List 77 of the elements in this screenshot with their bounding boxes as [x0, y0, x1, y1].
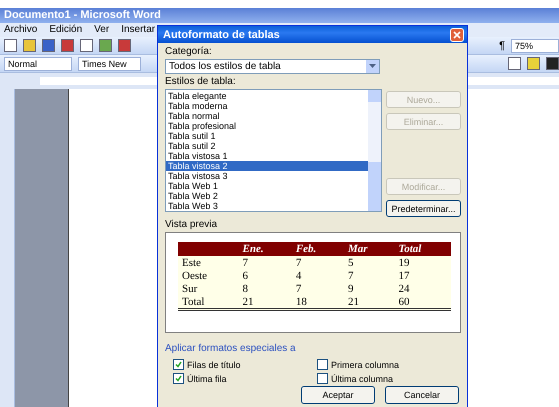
- list-item[interactable]: Tabla sutil 2: [166, 141, 368, 151]
- category-label: Categoría:: [165, 46, 212, 57]
- ok-button[interactable]: Aceptar: [301, 386, 375, 404]
- list-item[interactable]: Tabla profesional: [166, 121, 368, 131]
- option-label: Última fila: [187, 374, 227, 384]
- checkbox[interactable]: [317, 359, 328, 370]
- checkbox-option[interactable]: Última columna: [317, 373, 461, 384]
- list-item[interactable]: Tabla Web 3: [166, 201, 368, 211]
- toolbar-icon[interactable]: [23, 39, 36, 52]
- table-cell: Sur: [178, 282, 239, 295]
- checkbox-option[interactable]: Filas de título: [173, 359, 317, 370]
- table-cell: 9: [344, 282, 394, 295]
- list-item[interactable]: Tabla Web 1: [166, 181, 368, 191]
- menu-item[interactable]: Archivo: [4, 23, 38, 37]
- list-item[interactable]: Tabla normal: [166, 111, 368, 121]
- option-label: Última columna: [331, 374, 394, 384]
- category-dropdown[interactable]: Todos los estilos de tabla: [165, 59, 380, 74]
- table-cell: 7: [292, 256, 344, 269]
- list-item[interactable]: Tabla vistosa 1: [166, 151, 368, 161]
- table-cell: 6: [238, 269, 292, 282]
- option-label: Filas de título: [187, 360, 241, 370]
- close-icon: [453, 30, 461, 38]
- scrollbar[interactable]: [368, 90, 381, 211]
- table-cell: 5: [344, 256, 394, 269]
- dropdown-value: Todos los estilos de tabla: [169, 61, 281, 72]
- side-button[interactable]: Predeterminar...: [386, 200, 461, 217]
- preview-label: Vista previa: [165, 219, 218, 230]
- table-cell: Este: [178, 256, 239, 269]
- menu-item[interactable]: Insertar: [121, 23, 156, 37]
- toolbar-icon[interactable]: [80, 39, 93, 52]
- toolbar-icon[interactable]: [546, 57, 559, 70]
- list-item[interactable]: Tabla vistosa 3: [166, 171, 368, 181]
- table-cell: 19: [394, 256, 451, 269]
- menu-item[interactable]: Edición: [49, 23, 82, 37]
- styles-label: Estilos de tabla:: [165, 76, 236, 87]
- table-cell: 60: [394, 295, 451, 310]
- list-item[interactable]: Tabla sutil 1: [166, 131, 368, 141]
- table-cell: Oeste: [178, 269, 239, 282]
- toolbar-icon[interactable]: [4, 39, 17, 52]
- table-cell: 24: [394, 282, 451, 295]
- header-cell: Ene.: [238, 242, 292, 256]
- list-item[interactable]: Tabla moderna: [166, 101, 368, 111]
- list-item[interactable]: Tabla elegante: [166, 91, 368, 101]
- table-cell: 21: [344, 295, 394, 310]
- close-button[interactable]: [450, 28, 464, 42]
- checkbox[interactable]: [173, 359, 184, 370]
- dialog-title: Autoformato de tablas: [163, 28, 281, 40]
- table-cell: 4: [292, 269, 344, 282]
- cancel-button[interactable]: Cancelar: [385, 386, 459, 404]
- checkbox-option[interactable]: Última fila: [173, 373, 317, 384]
- menu-item[interactable]: Ver: [94, 23, 110, 37]
- table-cell: 17: [394, 269, 451, 282]
- checkbox[interactable]: [317, 373, 328, 384]
- table-cell: Total: [178, 295, 239, 310]
- list-item[interactable]: Tabla vistosa 2: [166, 161, 368, 171]
- header-cell: Feb.: [292, 242, 344, 256]
- header-cell: Mar: [344, 242, 394, 256]
- header-cell: Total: [394, 242, 451, 256]
- style-box[interactable]: Normal: [4, 56, 72, 70]
- table-cell: 7: [292, 282, 344, 295]
- option-label: Primera columna: [331, 360, 400, 370]
- checkbox-option[interactable]: Primera columna: [317, 359, 461, 370]
- checkbox[interactable]: [173, 373, 184, 384]
- table-cell: 7: [238, 256, 292, 269]
- special-formats-label: Aplicar formatos especiales a: [165, 343, 296, 354]
- table-cell: 18: [292, 295, 344, 310]
- pilcrow-icon[interactable]: ¶: [499, 40, 505, 52]
- zoom-box[interactable]: 75%: [511, 38, 559, 52]
- table-cell: 7: [344, 269, 394, 282]
- toolbar-icon[interactable]: [508, 57, 521, 70]
- list-item[interactable]: Tabla Web 2: [166, 191, 368, 201]
- toolbar-icon[interactable]: [527, 57, 540, 70]
- styles-list[interactable]: Tabla elegante Tabla moderna Tabla normal Tabla profesional Tabla sutil 1 Tabla sutil 2 Tabla vistosa 1 Tabla vistosa 2 Tabla vistosa 3 Tabla Web 1 Tabla Web 2 Tabla Web 3: [165, 89, 382, 212]
- table-cell: 21: [238, 295, 292, 310]
- font-box[interactable]: Times New: [78, 56, 141, 70]
- table-cell: 8: [238, 282, 292, 295]
- window-title: Documento1 - Microsoft Word: [0, 8, 559, 23]
